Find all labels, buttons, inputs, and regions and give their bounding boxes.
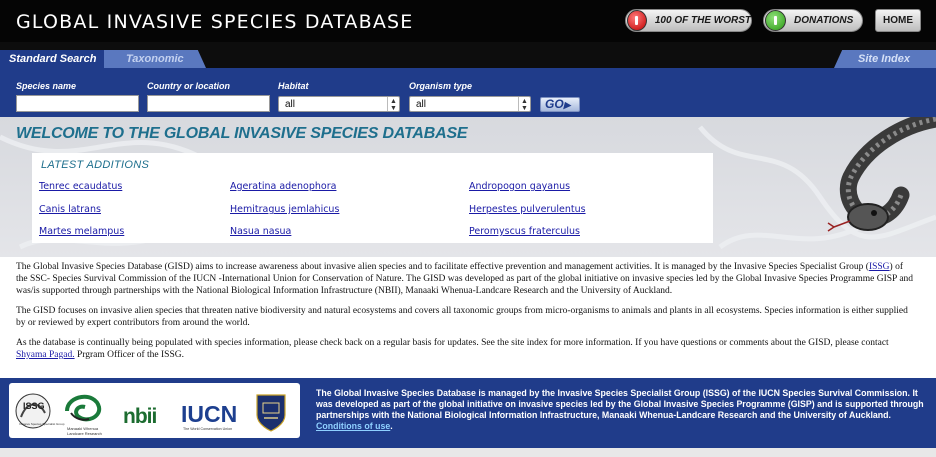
species-link[interactable]: Peromyscus fraterculus <box>469 226 580 237</box>
species-link[interactable]: Canis latrans <box>39 204 101 215</box>
country-label: Country or location <box>147 81 230 91</box>
tab-site-index[interactable]: Site Index <box>834 50 936 68</box>
100-of-the-worst-button[interactable]: 100 OF THE WORST <box>625 9 752 32</box>
organism-selected-value: all <box>416 99 427 110</box>
partner-logos: ISSG Invasive Species Specialist Group M… <box>9 383 300 438</box>
iucn-logo[interactable]: IUCN The World Conservation Union <box>181 401 237 431</box>
play-arrow-icon: ▶ <box>563 100 571 110</box>
latest-additions-panel: LATEST ADDITIONS Tenrec ecaudatus Agerat… <box>32 153 713 243</box>
intro-paragraph-2: The GISD focuses on invasive alien speci… <box>16 306 908 328</box>
species-link[interactable]: Andropogon gayanus <box>469 181 570 192</box>
svg-text:Invasive Species Specialist Gr: Invasive Species Specialist Group <box>19 422 65 426</box>
contact-link[interactable]: Shyama Pagad. <box>16 350 75 360</box>
species-name-input[interactable] <box>16 95 139 112</box>
search-bar: Species name Country or location Habitat… <box>0 68 936 117</box>
select-arrows-icon: ▲ ▼ <box>387 97 399 112</box>
nbii-logo[interactable]: nbii <box>123 405 157 428</box>
species-link[interactable]: Martes melampus <box>39 226 124 237</box>
habitat-selected-value: all <box>285 99 296 110</box>
tab-taxonomic[interactable]: Taxonomic <box>104 50 206 68</box>
species-link[interactable]: Tenrec ecaudatus <box>39 181 122 192</box>
species-name-label: Species name <box>16 81 77 91</box>
conditions-of-use-link[interactable]: Conditions of use <box>316 421 390 431</box>
habitat-select[interactable]: all ▲ ▼ <box>278 96 400 112</box>
hero-section: WELCOME TO THE GLOBAL INVASIVE SPECIES D… <box>0 117 936 257</box>
tab-standard-search[interactable]: Standard Search <box>0 50 104 68</box>
university-of-auckland-crest[interactable] <box>256 394 286 432</box>
species-link[interactable]: Herpestes pulverulentus <box>469 204 586 215</box>
issg-logo[interactable]: ISSG Invasive Species Specialist Group <box>15 393 65 429</box>
country-input[interactable] <box>147 95 270 112</box>
svg-text:The World Conservation Union: The World Conservation Union <box>183 427 232 431</box>
habitat-label: Habitat <box>278 81 309 91</box>
info-green-icon <box>765 10 786 31</box>
species-link[interactable]: Nasua nasua <box>230 226 291 237</box>
site-footer: ISSG Invasive Species Specialist Group M… <box>0 378 936 448</box>
go-button[interactable]: GO▶ <box>540 97 580 112</box>
svg-text:Landcare Research: Landcare Research <box>67 431 102 436</box>
site-title: GLOBAL INVASIVE SPECIES DATABASE <box>16 11 414 33</box>
home-label: HOME <box>883 15 913 26</box>
organism-type-label: Organism type <box>409 81 473 91</box>
snake-image <box>827 117 936 232</box>
donations-button[interactable]: DONATIONS <box>763 9 863 32</box>
bottom-strip <box>0 448 936 457</box>
info-red-icon <box>627 10 647 31</box>
intro-paragraph-3: As the database is continually being pop… <box>16 338 889 360</box>
svg-text:ISSG: ISSG <box>23 401 45 411</box>
species-link[interactable]: Hemitragus jemlahicus <box>230 204 339 215</box>
select-arrows-icon: ▲ ▼ <box>518 97 530 112</box>
welcome-heading: WELCOME TO THE GLOBAL INVASIVE SPECIES D… <box>16 125 468 142</box>
donations-label: DONATIONS <box>794 15 854 26</box>
issg-link[interactable]: ISSG <box>869 262 890 272</box>
organism-type-select[interactable]: all ▲ ▼ <box>409 96 531 112</box>
go-label: GO <box>545 97 564 111</box>
svg-text:IUCN: IUCN <box>181 401 237 427</box>
100-of-the-worst-label: 100 OF THE WORST <box>654 15 751 26</box>
latest-additions-heading: LATEST ADDITIONS <box>41 159 150 171</box>
landcare-research-logo[interactable]: Manaaki Whenua Landcare Research <box>65 395 102 436</box>
svg-text:nbii: nbii <box>123 405 156 428</box>
intro-paragraph-1: The Global Invasive Species Database (GI… <box>16 262 914 296</box>
site-header: GLOBAL INVASIVE SPECIES DATABASE 100 OF … <box>0 0 936 42</box>
home-button[interactable]: HOME <box>875 9 921 32</box>
species-link[interactable]: Ageratina adenophora <box>230 181 336 192</box>
footer-text: The Global Invasive Species Database is … <box>316 388 924 431</box>
tab-bar: Standard Search Taxonomic Site Index <box>0 42 936 68</box>
